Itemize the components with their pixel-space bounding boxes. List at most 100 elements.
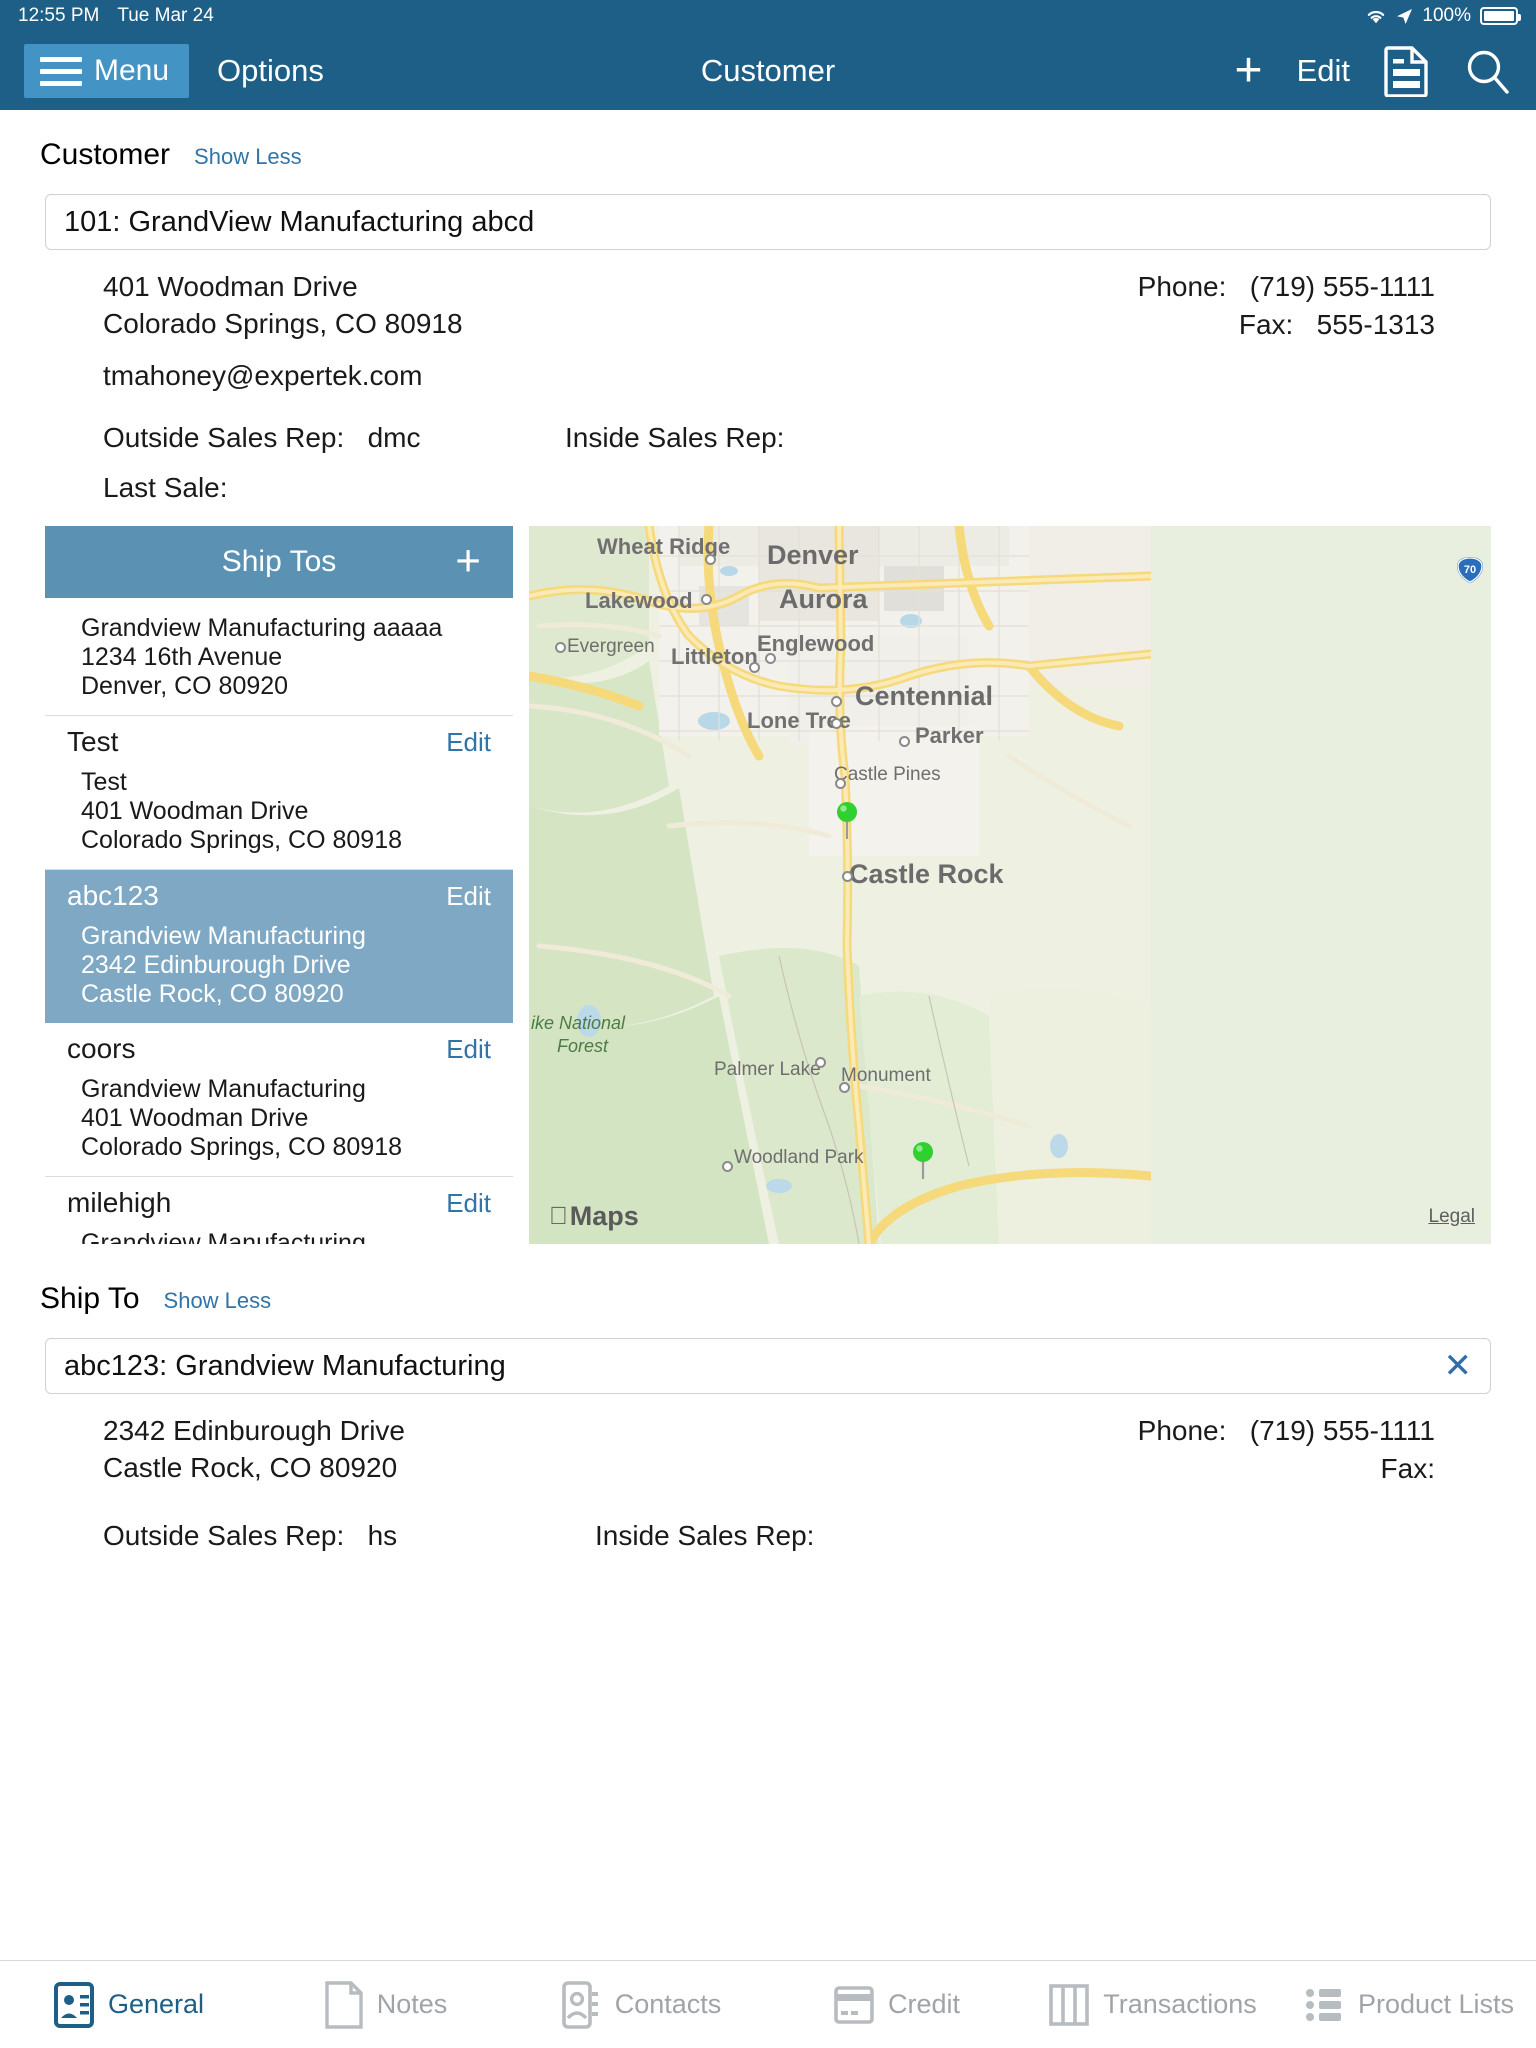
- credit-card-icon: [832, 1980, 876, 2030]
- hamburger-icon: [40, 56, 82, 86]
- map-legal-link[interactable]: Legal: [1429, 1206, 1476, 1228]
- ship-to-row-edit-link[interactable]: Edit: [446, 881, 491, 912]
- ship-to-row-name: Test: [67, 726, 119, 758]
- ship-to-inside-rep-label: Inside Sales Rep:: [595, 1520, 815, 1552]
- ship-to-row-edit-link[interactable]: Edit: [446, 1188, 491, 1219]
- ship-to-section-title: Ship To: [40, 1282, 140, 1316]
- ship-to-row-edit-link[interactable]: Edit: [446, 727, 491, 758]
- highway-shield-number: 70: [1464, 564, 1476, 576]
- ship-to-row-street: 1234 16th Avenue: [81, 643, 283, 672]
- edit-button[interactable]: Edit: [1297, 53, 1350, 89]
- document-icon[interactable]: [1384, 45, 1430, 97]
- map-place-dot: [701, 594, 712, 606]
- ship-to-outside-rep-value: hs: [367, 1520, 398, 1552]
- close-icon[interactable]: ✕: [1432, 1349, 1473, 1383]
- battery-full-icon: [1480, 7, 1521, 25]
- ship-tos-header-title: Ship Tos: [221, 545, 337, 579]
- tab-transactions[interactable]: Transactions: [1024, 1980, 1280, 2030]
- ship-to-row-name: milehigh: [67, 1187, 172, 1219]
- tab-label: Contacts: [614, 1989, 722, 2019]
- ship-to-row-company: Grandview Manufacturing: [81, 922, 366, 951]
- map-place-dot: [815, 1057, 826, 1069]
- add-ship-to-button[interactable]: +: [455, 539, 481, 583]
- map-place-dot: [842, 871, 853, 883]
- ship-tos-list[interactable]: Grandview Manufacturing aaaaa 1234 16th A…: [45, 598, 513, 1244]
- ship-to-row-company: Test: [81, 768, 127, 797]
- customer-phone-label: Phone:: [1137, 271, 1227, 302]
- ship-to-row-name: coors: [67, 1033, 136, 1065]
- ship-tos-panel: Ship Tos + Grandview Manufacturing aaaaa…: [45, 526, 513, 1244]
- customer-field-value: 101: GrandView Manufacturing abcd: [64, 205, 535, 238]
- customer-outside-rep: Outside Sales Rep: dmc: [45, 416, 565, 460]
- status-bar-left: 12:55 PM Tue Mar 24: [18, 5, 214, 27]
- ship-to-row-address: Grandview Manufacturing 401 Woodman Drive…: [45, 1075, 513, 1162]
- columns-icon: [1047, 1980, 1091, 2030]
- battery-percent: 100%: [1422, 5, 1471, 26]
- ship-to-row-company: Grandview Manufacturing: [81, 1075, 366, 1104]
- tab-general[interactable]: General: [0, 1980, 256, 2030]
- wifi-icon: [1365, 8, 1387, 24]
- ship-to-row-street: 2342 Edinburough Drive: [81, 951, 351, 980]
- ship-to-row-header: milehigh Edit: [45, 1187, 513, 1219]
- ship-to-row-edit-link[interactable]: Edit: [446, 1034, 491, 1065]
- ship-to-row-header: abc123 Edit: [45, 880, 513, 912]
- id-card-icon: [52, 1980, 96, 2030]
- list-icon: [1302, 1980, 1346, 2030]
- customer-address-line1: 401 Woodman Drive: [103, 271, 358, 302]
- menu-button-label: Menu: [94, 54, 170, 87]
- highway-shield-icon: 70: [1455, 556, 1483, 584]
- map-location-pin[interactable]: [910, 1141, 936, 1180]
- ship-to-row[interactable]: Test Edit Test 401 Woodman Drive Colorado Sp…: [45, 716, 513, 871]
- ship-to-row-company: Grandview Manufacturing aaaaa: [81, 614, 443, 643]
- customer-outside-rep-value: dmc: [367, 422, 421, 454]
- tab-label: Notes: [376, 1989, 448, 2019]
- ship-to-address-line1: 2342 Edinburough Drive: [103, 1415, 405, 1447]
- ship-to-phone-value: (719) 555-1111: [1249, 1415, 1435, 1447]
- ship-to-contact-block: Phone: (719) 555-1111 Fax:: [665, 1412, 1491, 1488]
- customer-address-line2: Colorado Springs, CO 80918: [103, 308, 463, 340]
- ship-to-row-address: Grandview Manufacturing: [45, 1229, 513, 1244]
- search-icon[interactable]: [1464, 47, 1512, 95]
- ship-to-field[interactable]: abc123: Grandview Manufacturing ✕: [45, 1338, 1491, 1395]
- ship-to-row-address: Test 401 Woodman Drive Colorado Springs, C…: [45, 768, 513, 855]
- ship-to-row-citystate: Colorado Springs, CO 80918: [81, 826, 403, 855]
- map-place-dot: [722, 1161, 733, 1173]
- ship-to-row-address: Grandview Manufacturing aaaaa 1234 16th A…: [45, 614, 513, 701]
- ship-to-row[interactable]: Grandview Manufacturing aaaaa 1234 16th A…: [45, 598, 513, 717]
- ship-to-show-less-link[interactable]: Show Less: [164, 1288, 272, 1314]
- map-location-pin[interactable]: [834, 801, 860, 840]
- ship-to-phone-row: Phone: (719) 555-1111: [665, 1412, 1435, 1450]
- ship-to-row[interactable]: milehigh Edit Grandview Manufacturing: [45, 1177, 513, 1244]
- navigation-bar: Menu Options Customer + Edit: [0, 32, 1536, 110]
- main-content: Customer Show Less 101: GrandView Manufa…: [0, 110, 1536, 1559]
- map-place-dot: [835, 778, 846, 790]
- location-arrow-icon: [1396, 8, 1413, 25]
- customer-section-title: Customer: [40, 138, 171, 171]
- customer-contact-block: Phone: (719) 555-1111 Fax: 555-1313: [665, 268, 1491, 394]
- customer-last-sale: Last Sale:: [45, 466, 565, 510]
- ship-to-row[interactable]: abc123 Edit Grandview Manufacturing 2342 Ed…: [45, 870, 513, 1024]
- customer-email[interactable]: tmahoney@expertek.com: [45, 357, 665, 394]
- customer-inside-rep: Inside Sales Rep:: [565, 416, 1491, 460]
- options-button[interactable]: Options: [217, 53, 324, 89]
- bottom-tab-bar: General Notes Contacts Credit Transactions Pr…: [0, 1960, 1536, 2048]
- map-place-dot: [831, 696, 842, 708]
- tab-label: Product Lists: [1357, 1989, 1515, 2019]
- tab-product-lists[interactable]: Product Lists: [1280, 1980, 1536, 2030]
- ship-to-row-citystate: Denver, CO 80920: [81, 672, 289, 701]
- customer-info-grid: 401 Woodman Drive Colorado Springs, CO 8…: [0, 250, 1536, 394]
- tab-contacts[interactable]: Contacts: [512, 1980, 768, 2030]
- tab-notes[interactable]: Notes: [256, 1980, 512, 2030]
- ship-to-inside-rep: Inside Sales Rep:: [565, 1514, 1491, 1558]
- tab-credit[interactable]: Credit: [768, 1980, 1024, 2030]
- customer-field[interactable]: 101: GrandView Manufacturing abcd: [45, 194, 1491, 250]
- customer-show-less-link[interactable]: Show Less: [194, 144, 302, 170]
- ship-to-row[interactable]: coors Edit Grandview Manufacturing 401 Wood…: [45, 1023, 513, 1178]
- map-view[interactable]: Wheat Ridge Denver Lakewood Aurora Evergreen…: [529, 526, 1491, 1245]
- add-button[interactable]: +: [1235, 46, 1263, 94]
- customer-phone-value: (719) 555-1111: [1249, 271, 1435, 302]
- menu-button[interactable]: Menu: [24, 44, 190, 98]
- ship-to-row-company: Grandview Manufacturing: [81, 1229, 366, 1245]
- status-time: 12:55 PM: [18, 5, 100, 26]
- ship-to-reps-row: Outside Sales Rep: hs Inside Sales Rep:: [0, 1514, 1536, 1558]
